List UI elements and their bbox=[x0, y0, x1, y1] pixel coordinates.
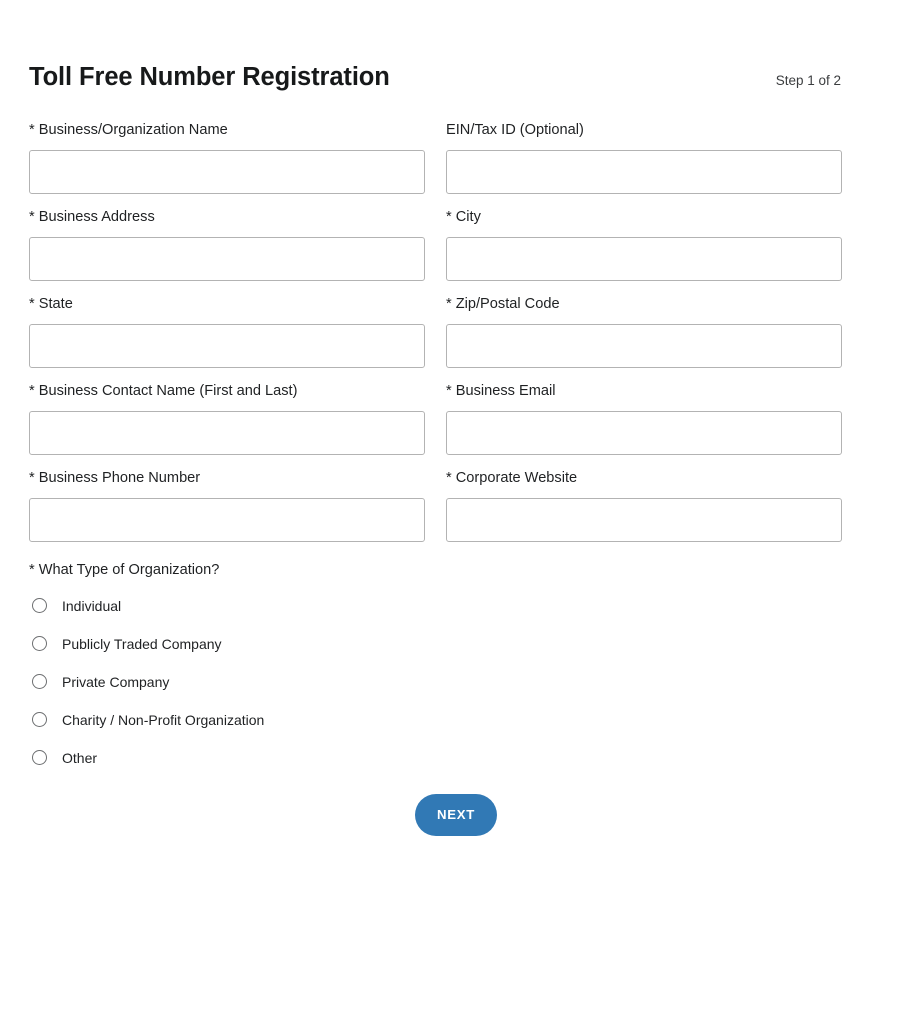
business-address-input[interactable] bbox=[29, 236, 425, 281]
field-business-address: * Business Address bbox=[29, 208, 425, 281]
radio-option-label: Charity / Non-Profit Organization bbox=[62, 711, 265, 728]
radio-option-2[interactable]: Private Company bbox=[29, 670, 169, 694]
field-business-phone-number: * Business Phone Number bbox=[29, 469, 425, 542]
page-title: Toll Free Number Registration bbox=[29, 63, 390, 91]
field-ein-tax-id: EIN/Tax ID (Optional) bbox=[446, 121, 842, 195]
radio-option-label: Publicly Traded Company bbox=[62, 635, 222, 652]
radio-option-label: Individual bbox=[62, 597, 122, 614]
business-address-label: * Business Address bbox=[29, 209, 155, 226]
radio-option-3[interactable]: Charity / Non-Profit Organization bbox=[29, 708, 264, 732]
radio-option-4[interactable]: Other bbox=[29, 746, 97, 770]
organization-type-label: * What Type of Organization? bbox=[29, 561, 220, 578]
business-contact-name-label: * Business Contact Name (First and Last) bbox=[29, 382, 298, 399]
business-phone-number-label: * Business Phone Number bbox=[29, 469, 201, 486]
business-email-label: * Business Email bbox=[446, 382, 556, 399]
business-organization-name-label: * Business/Organization Name bbox=[29, 122, 228, 139]
state-label: * State bbox=[29, 295, 73, 312]
organization-type-group: * What Type of Organization? Individual P… bbox=[29, 562, 885, 770]
field-state: * State bbox=[29, 295, 425, 368]
radio-circle-icon[interactable] bbox=[32, 636, 47, 652]
step-indicator: Step 1 of 2 bbox=[775, 73, 841, 88]
field-city: * City bbox=[446, 208, 842, 281]
zip-postal-code-label: * Zip/Postal Code bbox=[446, 295, 560, 312]
business-organization-name-input[interactable] bbox=[29, 150, 425, 195]
radio-option-label: Private Company bbox=[62, 673, 170, 690]
ein-tax-id-input[interactable] bbox=[446, 150, 842, 195]
field-zip-postal-code: * Zip/Postal Code bbox=[446, 295, 842, 368]
form-footer: NEXT bbox=[29, 793, 885, 836]
radio-circle-icon[interactable] bbox=[32, 712, 47, 728]
organization-type-options: Individual Publicly Traded Company Private… bbox=[29, 594, 885, 770]
radio-circle-icon[interactable] bbox=[32, 750, 47, 766]
business-contact-name-input[interactable] bbox=[29, 410, 425, 455]
field-business-organization-name: * Business/Organization Name bbox=[29, 121, 425, 195]
radio-option-label: Other bbox=[62, 749, 98, 766]
ein-tax-id-label: EIN/Tax ID (Optional) bbox=[446, 122, 584, 139]
business-phone-number-input[interactable] bbox=[29, 497, 425, 542]
radio-circle-icon[interactable] bbox=[32, 598, 47, 614]
page-header: Toll Free Number Registration Step 1 of … bbox=[29, 0, 885, 91]
business-email-input[interactable] bbox=[446, 410, 842, 455]
radio-option-0[interactable]: Individual bbox=[29, 594, 121, 618]
radio-option-1[interactable]: Publicly Traded Company bbox=[29, 632, 222, 656]
next-button[interactable]: NEXT bbox=[415, 793, 497, 836]
corporate-website-label: * Corporate Website bbox=[446, 469, 578, 486]
field-business-contact-name: * Business Contact Name (First and Last) bbox=[29, 382, 425, 455]
field-corporate-website: * Corporate Website bbox=[446, 469, 842, 542]
city-label: * City bbox=[446, 209, 481, 226]
registration-form: * Business/Organization Name EIN/Tax ID (… bbox=[29, 121, 885, 556]
field-business-email: * Business Email bbox=[446, 382, 842, 455]
corporate-website-input[interactable] bbox=[446, 497, 842, 542]
registration-page: Toll Free Number Registration Step 1 of … bbox=[0, 0, 914, 1021]
state-input[interactable] bbox=[29, 323, 425, 368]
zip-postal-code-input[interactable] bbox=[446, 323, 842, 368]
city-input[interactable] bbox=[446, 236, 842, 281]
radio-circle-icon[interactable] bbox=[32, 674, 47, 690]
